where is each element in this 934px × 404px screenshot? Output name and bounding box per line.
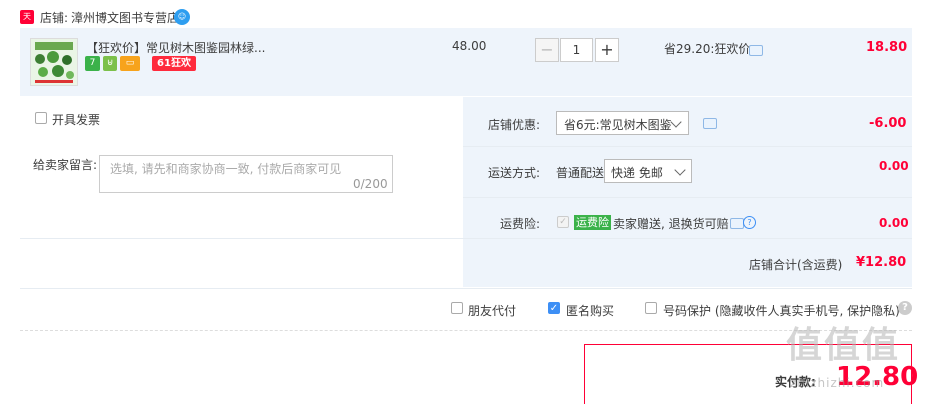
shop-name-link[interactable]: 漳州博文图书专营店 xyxy=(71,9,179,26)
friend-pay-label: 朋友代付 xyxy=(468,304,517,318)
shop-discount-select[interactable]: 省6元:常见树木图鉴 xyxy=(556,111,689,135)
ww-chat-icon[interactable]: ☺ xyxy=(174,9,190,25)
shop-total-label: 店铺合计(含运费) xyxy=(749,258,843,272)
shipping-amount: 0.00 xyxy=(879,159,909,173)
message-char-counter: 0/200 xyxy=(353,177,388,191)
guarantee-bag-icon[interactable]: ⊎ xyxy=(103,56,117,71)
quantity-decrease-button[interactable]: − xyxy=(535,38,559,62)
comment-icon[interactable] xyxy=(730,218,744,229)
savings-text: 省29.20:狂欢价 xyxy=(664,42,751,56)
divider xyxy=(20,330,912,331)
shop-discount-selected: 省6元:常见树木图鉴 xyxy=(564,118,672,132)
seven-day-return-icon[interactable]: 7 xyxy=(85,56,100,71)
divider xyxy=(20,288,912,289)
shop-total-value: ¥12.80 xyxy=(856,255,907,270)
shipping-label: 运送方式: xyxy=(488,166,541,180)
privacy-help-icon[interactable]: ? xyxy=(898,301,912,315)
quantity-input[interactable]: 1 xyxy=(560,38,593,62)
anonymous-checkbox[interactable]: ✓ xyxy=(548,302,560,314)
item-subtotal: 18.80 xyxy=(866,40,908,55)
shipping-method: 普通配送 xyxy=(556,166,605,180)
help-icon[interactable]: ? xyxy=(743,216,756,229)
insurance-description: 卖家赠送, 退换货可赔 xyxy=(613,217,729,231)
credit-card-icon[interactable]: ▭ xyxy=(120,56,140,71)
comment-icon[interactable] xyxy=(703,118,717,129)
anonymous-label: 匿名购买 xyxy=(566,304,615,318)
insurance-tag: 运费险 xyxy=(574,215,611,230)
invoice-checkbox[interactable] xyxy=(35,112,47,124)
divider xyxy=(463,146,912,147)
invoice-label: 开具发票 xyxy=(52,113,101,127)
seller-message-placeholder: 选填, 请先和商家协商一致, 付款后商家可见 xyxy=(110,162,342,176)
friend-pay-checkbox[interactable] xyxy=(451,302,463,314)
insurance-label: 运费险: xyxy=(500,217,541,231)
chevron-down-icon xyxy=(670,116,682,128)
shop-label: 店铺: xyxy=(40,11,69,25)
shipping-select[interactable]: 快递 免邮 xyxy=(604,159,692,183)
comment-icon[interactable] xyxy=(749,45,763,56)
divider xyxy=(20,238,912,239)
promo-61-badge: 61狂欢 xyxy=(152,56,196,71)
product-thumbnail[interactable] xyxy=(30,38,78,86)
quantity-increase-button[interactable]: + xyxy=(595,38,619,62)
tmall-badge-icon: 天猫 xyxy=(20,10,34,35)
shop-discount-amount: -6.00 xyxy=(869,116,907,131)
watermark-url: zhizhizhi.com xyxy=(790,376,885,390)
watermark-logo: 值值值 xyxy=(786,325,901,366)
chevron-down-icon xyxy=(674,164,686,176)
privacy-checkbox[interactable] xyxy=(645,302,657,314)
divider xyxy=(463,197,912,198)
insurance-amount: 0.00 xyxy=(879,216,909,230)
product-title-link[interactable]: 【狂欢价】常见树木图鉴园林绿... xyxy=(86,39,265,56)
insurance-checkbox: ✓ xyxy=(557,216,569,228)
shipping-selected: 快递 免邮 xyxy=(611,166,663,180)
message-label: 给卖家留言: xyxy=(33,158,98,172)
shop-discount-label: 店铺优惠: xyxy=(488,118,541,132)
unit-price: 48.00 xyxy=(452,39,487,53)
